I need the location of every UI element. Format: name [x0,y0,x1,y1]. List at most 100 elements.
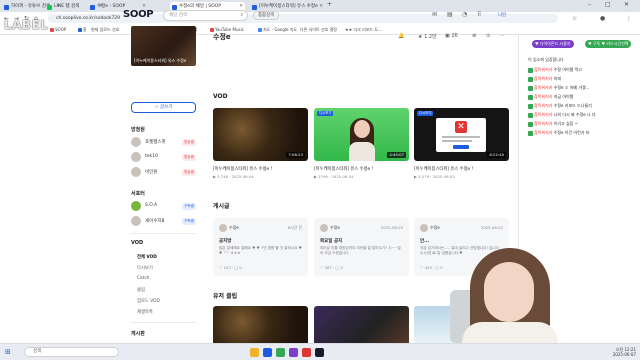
profile-icon[interactable]: ● [600,15,605,22]
vod-title[interactable]: [이누케이몽스타워] 유스 수정e ! [213,166,308,172]
error-icon: ✕ [455,121,467,133]
divider [131,322,196,323]
fan-badge-icon [528,85,533,91]
browser-tab-bar: 하이퍼 - 유튜브 검색 ✕ LINE 탭 검색 ✕ 수정e - SOOP ✕ 수정e… [0,0,640,12]
live-thumbnail-caption: [이누케이몽스타워] 유스 수정e [134,58,187,63]
duration-badge: 7:08:23 [286,152,305,158]
followers-stat[interactable]: ★ 1.2만 [418,33,437,40]
avatar [219,224,227,232]
new-tab-icon[interactable]: + [327,1,332,8]
avatar [131,167,141,177]
avatar [131,152,141,162]
menu-icon[interactable]: ⋮ [626,15,632,22]
soop-channel-page [0,35,518,343]
bell-icon[interactable]: 🔔 [398,33,404,39]
user-nickname[interactable]: 나린 [498,12,506,18]
channel-search-input[interactable]: 채널 검색 ⌕ [163,10,248,21]
donation-badge[interactable]: ♥ 다이아몬드 사용자 [532,40,574,48]
chat-top-badges: ♥ 다이아몬드 사용자 ♥ 구독 ♥ 카드시간선택 [525,40,635,48]
soop-logo[interactable]: SOOP [123,9,154,20]
avatar [131,137,141,147]
webcam-overlay [450,240,590,352]
post-card[interactable]: 수정e 2025-06-03 목요일 공지 여러분 이틀 재밌었어요 미션을 잘… [314,218,409,276]
friend-item[interactable]: tek10 방송중 [131,151,196,164]
error-dialog-image: ✕ [436,118,486,152]
vod-menu-playlist[interactable]: 재생목록 [137,309,153,315]
file-explorer-icon[interactable] [250,348,259,357]
vod-title[interactable]: [이누케이몽스타워] 유스 수정e ! [414,166,509,172]
supporter-item[interactable]: S.O.A 구독중 [131,200,196,213]
divider [131,233,196,234]
star-icon: ★ [418,34,423,40]
bookmark-item[interactable]: 다른 사이트 선호 결정 [300,27,337,33]
chat-message: 참목위저카 수정e 이건 이런가 타 [528,129,589,136]
vod-menu-clips[interactable]: 클립 [137,287,145,293]
vod-thumbnail[interactable]: 7:08:23 [213,108,308,161]
bookmark-item[interactable]: 지도 - Google 지도 [258,27,297,33]
edge-icon[interactable] [263,348,272,357]
post-card[interactable]: 수정e 6시간 전 공지방 많은 분께해요 잘해요 ♥ ♥ 7년 편합 할 것 … [213,218,308,276]
combined-search-button[interactable]: 통합검색 [253,11,279,20]
share-icon[interactable]: ⊙ [486,33,490,39]
chat-notice: 이 업소에 입장합니다 [528,57,564,62]
bookmark-item[interactable]: SOOP [50,27,66,32]
gift-icon[interactable]: ⊕ [472,33,476,39]
vod-meta: ▶ 3,748 · 2025-06-04 [213,174,254,179]
bookmark-item[interactable]: ★★ 다크 리포드 도... [345,27,382,33]
avatar [131,201,141,211]
avatar [131,216,141,226]
message-icon[interactable]: ✉ [432,11,437,18]
channel-name: 수정e [213,33,231,41]
vod-menu-catch[interactable]: Catch [137,276,149,281]
maximize-icon[interactable]: □ [605,1,611,8]
chat-message: 참목위저카 지금 아이템 [528,93,573,100]
vod-meta: ▶ 1799 · 2025-06-04 [314,174,354,179]
fan-badge-icon [528,112,533,118]
subscription-badge[interactable]: ♥ 구독 ♥ 카드시간선택 [585,40,632,48]
vod-thumbnail[interactable]: 다시보기 ✕ 6:22:40 [414,108,509,161]
search-icon[interactable]: ⌕ [240,11,243,20]
vod-menu-replay[interactable]: 다시보기 [137,265,153,271]
taskbar-search-input[interactable]: 검색 [24,347,119,357]
bookmark-item[interactable]: 홈 [78,27,87,33]
grid-icon[interactable]: ⠿ [477,11,481,18]
write-post-button[interactable]: ☆ 글쓰기 [131,102,196,113]
star-icon[interactable]: ☆ [572,15,577,22]
chat-message: 참목위저카 하피 [528,75,561,82]
vod-title[interactable]: [이누케이몽스타워] 유스 수정e ! [314,166,409,172]
bookmark-icon [50,28,54,32]
bookmark-list-icon[interactable]: ▤ [447,11,453,18]
vod-thumbnail[interactable]: 다시보기 4:45:07 [314,108,409,161]
vod-meta: ▶ 3,079 · 2025-06-03 [414,174,455,179]
bookmark-item[interactable]: 현재 업로드 선호 [91,27,119,33]
vod-menu-all[interactable]: 전체 VOD [137,254,157,260]
notification-icon[interactable]: ◔ [462,11,467,18]
windows-start-icon[interactable]: ⊞ [5,348,11,356]
supporter-item[interactable]: 세이수지B 구독중 [131,215,196,228]
post-stats: ♡ 103 · ▢ 0 [219,265,242,270]
vod-menu-upload[interactable]: 업로드 VOD [137,298,160,304]
friend-item[interactable]: 비인원 방송중 [131,166,196,179]
clip-thumbnail[interactable] [213,306,308,346]
fan-badge-icon [528,94,533,100]
close-tab-icon[interactable]: ✕ [319,2,323,12]
avatar [320,224,328,232]
chrome-icon[interactable] [276,348,285,357]
system-clock[interactable]: 오전 12:21 2025-06-07 [602,347,636,357]
bookmarks-bar: SOOP 홈 현재 업로드 선호 네이버 에펙 이지 채널 YouTube Mu… [0,25,640,35]
more-icon[interactable]: ⋯ [500,33,505,39]
replay-badge: 다시보기 [417,111,434,116]
live-badge: 방송중 [182,168,196,176]
clip-thumbnail[interactable] [314,306,409,346]
minimize-icon[interactable]: – [588,1,591,8]
board-menu-title[interactable]: 게시판 [131,330,145,337]
app-icon[interactable] [289,348,298,357]
app-icon[interactable] [315,348,324,357]
close-window-icon[interactable]: ✕ [624,1,629,8]
chat-message: 참목위저카 수정 아이템 먹고 [528,66,582,73]
friend-item[interactable]: 포켓펭스팟 방송중 [131,136,196,149]
vod-count-stat[interactable]: ▣ 26 [445,33,458,39]
watermark-logo: LABEL [4,18,49,32]
vod-menu-title[interactable]: VOD [131,240,143,246]
app-icon[interactable] [302,348,311,357]
